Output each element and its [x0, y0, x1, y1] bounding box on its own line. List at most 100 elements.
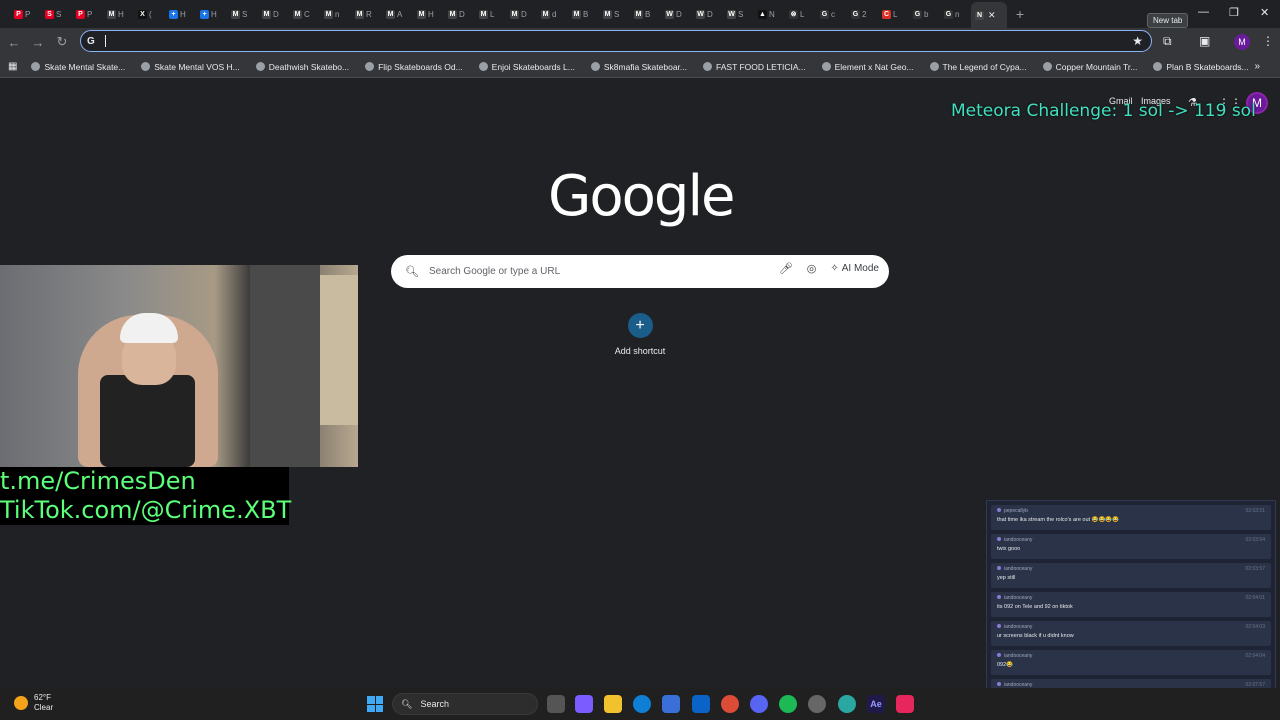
menu-icon[interactable]: ⋮	[1262, 34, 1274, 48]
weather-widget[interactable]: 62°F Clear	[14, 693, 53, 713]
edge-icon[interactable]	[633, 695, 651, 713]
bookmark-item[interactable]: Enjoi Skateboards L...	[478, 62, 575, 72]
browser-tab[interactable]: Gn	[940, 3, 971, 25]
browser-tab[interactable]: MB	[630, 3, 661, 25]
reload-icon[interactable]: ↻	[50, 30, 74, 54]
profile-avatar[interactable]: M	[1234, 34, 1250, 50]
active-browser-tab[interactable]: N ✕	[971, 2, 1007, 28]
browser-tab[interactable]: MS	[227, 3, 258, 25]
tab-title: D	[521, 9, 527, 19]
bookmark-star-icon[interactable]: ★	[1132, 34, 1143, 48]
close-tab-icon[interactable]: ✕	[988, 10, 996, 21]
outlook-icon[interactable]	[692, 695, 710, 713]
browser-tab[interactable]: ⊗ L	[785, 3, 816, 25]
bookmark-item[interactable]: Sk8mafia Skateboar...	[590, 62, 687, 72]
back-icon[interactable]: ←	[2, 30, 26, 54]
bookmark-item[interactable]: The Legend of Cypa...	[929, 62, 1027, 72]
bookmark-label: Copper Mountain Tr...	[1055, 61, 1138, 72]
chat-message: iandooceany yep still 02:03:57	[991, 563, 1271, 588]
obs-icon[interactable]	[808, 695, 826, 713]
new-tab-button[interactable]: +	[1009, 3, 1031, 25]
tab-strip: P P S S P P M H X(+ H + H M S M D M C Mn M R M A M H M D M L M D Md M B M S…	[0, 0, 1280, 28]
browser-tab[interactable]: MD	[444, 3, 475, 25]
browser-tab[interactable]: + H	[196, 3, 227, 25]
browser-tab[interactable]: PP	[10, 3, 41, 25]
bookmark-label: Skate Mental VOS H...	[154, 61, 240, 72]
tab-title: D	[707, 9, 713, 19]
bookmark-item[interactable]: Element x Nat Geo...	[821, 62, 914, 72]
chrome-icon[interactable]	[721, 695, 739, 713]
tab-title: L	[800, 9, 805, 19]
tab-favicon-icon: P	[14, 9, 23, 19]
taskbar-search[interactable]: 🔍︎ Search	[392, 693, 538, 715]
bookmark-item[interactable]: Skate Mental VOS H...	[141, 62, 240, 72]
browser-tab[interactable]: MC	[289, 3, 320, 25]
lens-icon[interactable]: ◎	[807, 262, 817, 275]
capcut-icon[interactable]	[896, 695, 914, 713]
browser-tab[interactable]: Gc	[816, 3, 847, 25]
bookmark-item[interactable]: Copper Mountain Tr...	[1042, 61, 1138, 72]
forward-icon[interactable]: →	[26, 30, 50, 54]
minimize-button[interactable]: —	[1198, 6, 1209, 18]
browser-tab[interactable]: MA	[382, 3, 413, 25]
tab-title: n	[955, 9, 960, 19]
bookmark-item[interactable]: FAST FOOD LETICIA...	[703, 62, 806, 72]
tab-favicon-icon: M	[293, 9, 302, 19]
text-caret	[105, 35, 106, 47]
store-icon[interactable]	[662, 695, 680, 713]
browser-tab[interactable]: MH	[103, 3, 134, 25]
file-explorer-icon[interactable]	[604, 695, 622, 713]
browser-tab[interactable]: ▲ N	[754, 3, 785, 25]
browser-tab[interactable]: Gb	[909, 3, 940, 25]
browser-tab[interactable]: WS	[723, 3, 754, 25]
task-view-icon[interactable]	[547, 695, 565, 713]
spotify-icon[interactable]	[779, 695, 797, 713]
search-box[interactable]: 🔍︎ Search Google or type a URL 🎤︎ ◎ ✧ AI…	[391, 255, 889, 288]
bookmarks-overflow-icon[interactable]: »	[1254, 61, 1260, 72]
browser-tab[interactable]: WD	[692, 3, 723, 25]
bookmark-item[interactable]: Skate Mental Skate...	[31, 62, 125, 72]
browser-tab[interactable]: G2	[847, 3, 878, 25]
address-bar[interactable]: G ★	[80, 30, 1152, 52]
bookmark-item[interactable]: Plan B Skateboards...	[1153, 62, 1249, 72]
restore-button[interactable]: ❐	[1229, 6, 1239, 19]
browser-tab[interactable]: WD	[661, 3, 692, 25]
windows-start-icon[interactable]	[367, 696, 383, 712]
browser-tab[interactable]: MB	[568, 3, 599, 25]
chat-user-badge-icon	[997, 595, 1001, 599]
tab-favicon-icon: M	[262, 9, 271, 19]
extensions-icon[interactable]: ⧉	[1163, 34, 1172, 49]
tab-favicon-icon: +	[200, 9, 209, 19]
voice-search-icon[interactable]: 🎤︎	[779, 262, 793, 275]
browser-tab[interactable]: MH	[413, 3, 444, 25]
browser-tab[interactable]: + H	[165, 3, 196, 25]
bookmark-item[interactable]: Flip Skateboards Od...	[365, 62, 463, 72]
browser-tab[interactable]: ML	[475, 3, 506, 25]
bookmark-favicon-icon	[821, 62, 831, 71]
browser-tab[interactable]: MD	[506, 3, 537, 25]
browser-tab[interactable]: MD	[258, 3, 289, 25]
chat-user-badge-icon	[997, 566, 1001, 570]
bookmarks-bar: ▦ Skate Mental Skate... Skate Mental VOS …	[0, 56, 1280, 78]
browser-tab[interactable]: Md	[537, 3, 568, 25]
browser-tab[interactable]: MS	[599, 3, 630, 25]
after-effects-icon[interactable]: Ae	[867, 695, 885, 713]
side-panel-icon[interactable]: ▣	[1199, 34, 1210, 48]
app-icon[interactable]	[838, 695, 856, 713]
browser-tab[interactable]: X(	[134, 3, 165, 25]
browser-tab[interactable]: PP	[72, 3, 103, 25]
bookmark-item[interactable]: Deathwish Skatebo...	[255, 62, 349, 72]
browser-tab[interactable]: Mn	[320, 3, 351, 25]
ai-mode-button[interactable]: ✧ AI Mode	[830, 263, 879, 274]
close-window-button[interactable]: ✕	[1260, 6, 1269, 19]
browser-tab[interactable]: CL	[878, 3, 909, 25]
browser-tab[interactable]: SS	[41, 3, 72, 25]
weather-sun-icon	[14, 696, 28, 710]
tab-favicon-icon: G	[820, 9, 829, 19]
browser-tab[interactable]: MR	[351, 3, 382, 25]
copilot-icon[interactable]	[575, 695, 593, 713]
chat-username: iandooceany	[1004, 653, 1033, 659]
discord-icon[interactable]	[750, 695, 768, 713]
apps-grid-icon[interactable]: ▦	[8, 61, 17, 72]
add-shortcut-button[interactable]: + Add shortcut	[608, 313, 672, 356]
